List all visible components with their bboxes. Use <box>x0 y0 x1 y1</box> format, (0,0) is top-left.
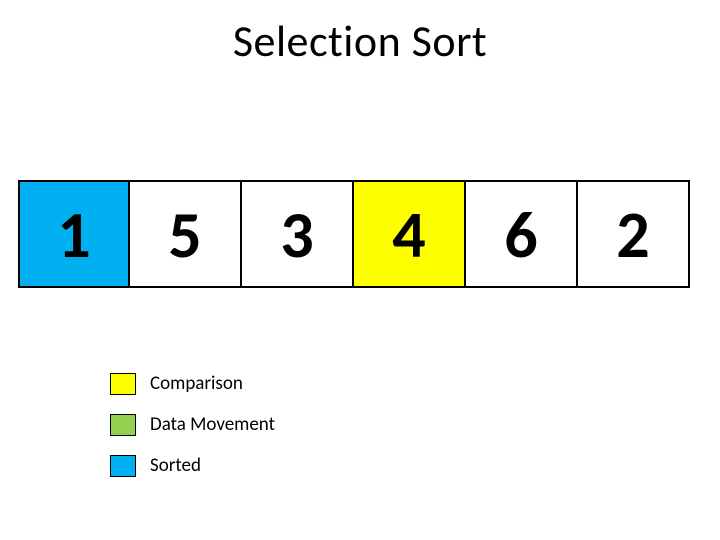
legend-item-sorted: Sorted <box>110 454 275 477</box>
swatch-comparison-icon <box>110 373 136 395</box>
array-cell: 2 <box>578 180 690 288</box>
array-cell: 4 <box>354 180 466 288</box>
page-title: Selection Sort <box>0 14 720 68</box>
legend-label: Comparison <box>150 372 243 395</box>
array-cell: 5 <box>130 180 242 288</box>
legend-item-comparison: Comparison <box>110 372 275 395</box>
array-cell: 3 <box>242 180 354 288</box>
diagram-stage: Selection Sort 1 5 3 4 6 2 Comparison Da… <box>0 0 720 540</box>
legend-label: Sorted <box>150 454 201 477</box>
array-cell: 1 <box>18 180 130 288</box>
swatch-movement-icon <box>110 414 136 436</box>
array-cell: 6 <box>466 180 578 288</box>
swatch-sorted-icon <box>110 455 136 477</box>
array-container: 1 5 3 4 6 2 <box>18 180 690 288</box>
legend-item-movement: Data Movement <box>110 413 275 436</box>
legend: Comparison Data Movement Sorted <box>110 372 275 495</box>
legend-label: Data Movement <box>150 413 275 436</box>
